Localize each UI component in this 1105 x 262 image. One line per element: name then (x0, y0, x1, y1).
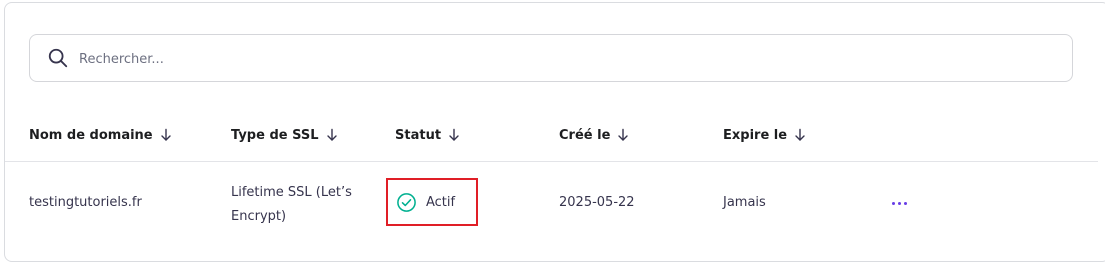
status-label: Actif (426, 195, 456, 210)
more-actions-button[interactable] (884, 193, 914, 213)
column-header-domain[interactable]: Nom de domaine (29, 125, 173, 145)
column-header-label: Nom de domaine (29, 127, 153, 143)
arrow-down-icon (326, 128, 337, 141)
column-header-status[interactable]: Statut (395, 125, 461, 145)
arrow-down-icon (618, 128, 629, 141)
column-header-label: Type de SSL (231, 127, 319, 143)
expires-cell: Jamais (723, 195, 766, 210)
status-badge: Actif (396, 192, 455, 213)
arrow-down-icon (449, 128, 459, 141)
arrow-down-icon (795, 128, 805, 141)
search-icon (47, 47, 69, 69)
column-header-created[interactable]: Créé le (559, 125, 630, 145)
header-divider (5, 161, 1098, 162)
column-header-label: Expire le (723, 127, 788, 143)
more-horizontal-icon (897, 201, 901, 205)
search-field[interactable] (29, 34, 1073, 82)
more-horizontal-icon (891, 201, 895, 205)
more-horizontal-icon (903, 201, 907, 205)
search-input[interactable] (77, 45, 981, 73)
arrow-down-icon (160, 128, 171, 141)
column-header-ssl-type[interactable]: Type de SSL (231, 125, 339, 145)
ssl-type-cell: Lifetime SSL (Let’s Encrypt) (231, 185, 352, 224)
column-header-label: Créé le (559, 127, 611, 143)
column-header-expires[interactable]: Expire le (723, 125, 807, 145)
column-header-label: Statut (395, 127, 442, 143)
created-cell: 2025-05-22 (559, 195, 635, 210)
check-circle-icon (397, 193, 416, 212)
domain-cell: testingtutoriels.fr (29, 195, 142, 210)
